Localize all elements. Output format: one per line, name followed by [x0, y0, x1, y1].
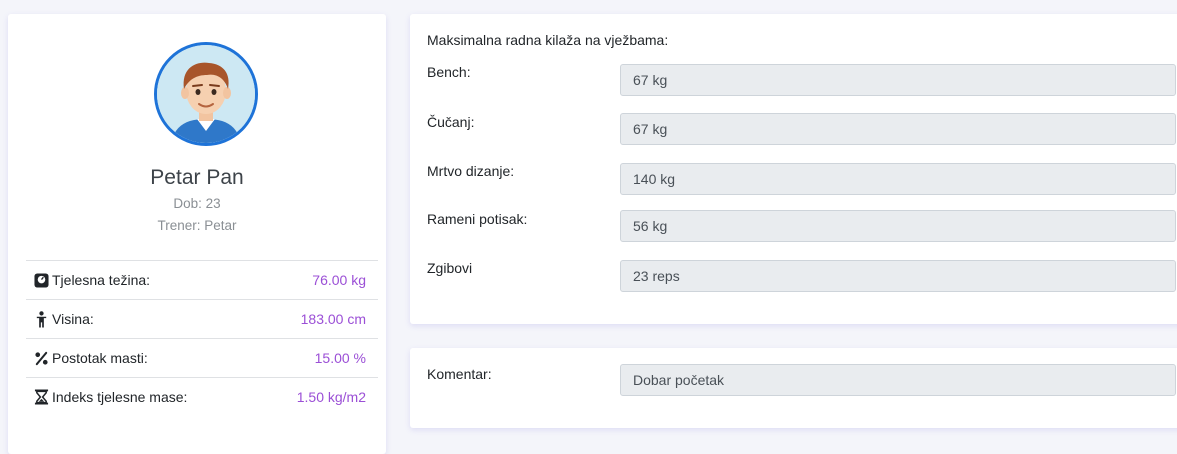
stat-row-fat: Postotak masti: 15.00 % — [26, 338, 378, 377]
lift-label-squat: Čučanj: — [427, 114, 475, 130]
lift-field-deadlift[interactable]: 140 kg — [620, 163, 1176, 195]
lift-field-shoulder-press[interactable]: 56 kg — [620, 210, 1176, 242]
lift-field-squat[interactable]: 67 kg — [620, 113, 1176, 145]
stat-row-bmi: Indeks tjelesne mase: 1.50 kg/m2 — [26, 377, 378, 416]
max-lifts-card: Maksimalna radna kilaža na vježbama: Ben… — [410, 14, 1177, 324]
lift-field-pullups[interactable]: 23 reps — [620, 260, 1176, 292]
avatar — [154, 42, 258, 146]
lift-label-shoulder-press: Rameni potisak: — [427, 211, 528, 227]
profile-trainer: Trener: Petar — [157, 218, 237, 233]
lift-label-bench: Bench: — [427, 64, 471, 80]
stat-label-weight: Tjelesna težina: — [52, 272, 151, 288]
comment-label: Komentar: — [427, 366, 492, 382]
person-height-icon — [36, 310, 47, 327]
stat-value-weight: 76.00 kg — [312, 272, 366, 288]
stat-row-height: Visina: 183.00 cm — [26, 299, 378, 338]
profile-card: Petar Pan Dob: 23 Trener: Petar Tjelesna… — [8, 14, 386, 454]
comment-card: Komentar: Dobar početak — [410, 348, 1177, 428]
lift-field-bench[interactable]: 67 kg — [620, 64, 1176, 96]
percent-icon — [35, 351, 48, 365]
stat-label-height: Visina: — [52, 311, 94, 327]
stat-value-height: 183.00 cm — [300, 311, 366, 327]
hourglass-icon — [34, 389, 49, 405]
stat-value-bmi: 1.50 kg/m2 — [296, 389, 366, 405]
stat-label-fat: Postotak masti: — [52, 350, 148, 366]
avatar-illustration — [157, 45, 255, 143]
max-lifts-title: Maksimalna radna kilaža na vježbama: — [427, 32, 669, 48]
profile-name: Petar Pan — [150, 166, 244, 189]
lift-label-deadlift: Mrtvo dizanje: — [427, 163, 515, 179]
weight-scale-icon — [34, 272, 49, 288]
lift-label-pullups: Zgibovi — [427, 260, 473, 276]
stat-row-weight: Tjelesna težina: 76.00 kg — [26, 260, 378, 299]
stat-value-fat: 15.00 % — [314, 350, 366, 366]
profile-age: Dob: 23 — [173, 196, 221, 211]
stat-label-bmi: Indeks tjelesne mase: — [52, 389, 188, 405]
comment-field[interactable]: Dobar početak — [620, 364, 1176, 396]
